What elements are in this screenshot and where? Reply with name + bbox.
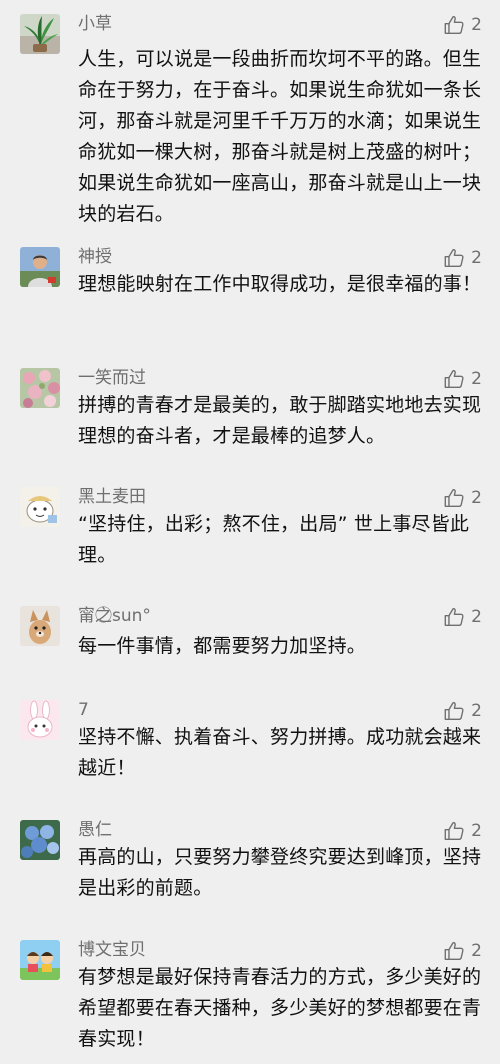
username[interactable]: 愚仁 xyxy=(78,820,112,840)
hydrangea-avatar-icon[interactable] xyxy=(20,820,60,860)
cartoon-avatar-icon[interactable] xyxy=(20,487,60,527)
like-count: 2 xyxy=(471,701,482,721)
comment-text: 有梦想是最好保持青春活力的方式，多少美好的希望都要在春天播种，多少美好的梦想都要… xyxy=(78,966,482,1050)
like-count: 2 xyxy=(471,607,482,627)
comment-item: 博文宝贝 2 有梦想是最好保持青春活力的方式，多少美好的希望都要在春天播种，多少… xyxy=(0,940,500,1060)
like-button[interactable]: 2 xyxy=(443,247,482,269)
like-count: 2 xyxy=(471,15,482,35)
like-button[interactable]: 2 xyxy=(443,368,482,390)
username[interactable]: 黑土麦田 xyxy=(78,487,146,507)
thumbs-up-icon xyxy=(444,248,464,267)
username[interactable]: 博文宝贝 xyxy=(78,940,146,960)
kids-avatar-icon[interactable] xyxy=(20,940,60,980)
thumbs-up-icon xyxy=(444,488,464,507)
username[interactable]: 7 xyxy=(78,700,89,720)
thumbs-up-icon xyxy=(444,701,464,720)
comment-text: 坚持不懈、执着奋斗、努力拼搏。成功就会越来越近！ xyxy=(78,726,482,779)
thumbs-up-icon xyxy=(444,369,464,388)
username[interactable]: 小草 xyxy=(78,14,112,34)
comment-item: 甯之⃝sun° 2 每一件事情，都需要努力加坚持。 xyxy=(0,606,500,666)
thumbs-up-icon xyxy=(444,15,464,34)
comment-text: 理想能映射在工作中取得成功，是很幸福的事！ xyxy=(78,273,482,295)
comment-item: 黑土麦田 2 “坚持住，出彩；熬不住，出局” 世上事尽皆此理。 xyxy=(0,487,500,577)
like-button[interactable]: 2 xyxy=(443,606,482,628)
flowers-avatar-icon[interactable] xyxy=(20,368,60,408)
like-count: 2 xyxy=(471,488,482,508)
plant-avatar-icon[interactable] xyxy=(20,14,60,54)
comment-item: 7 2 坚持不懈、执着奋斗、努力拼搏。成功就会越来越近！ xyxy=(0,700,500,790)
dog-avatar-icon[interactable] xyxy=(20,606,60,646)
comment-text: 拼搏的青春才是最美的，敢于脚踏实地地去实现理想的奋斗者，才是最棒的追梦人。 xyxy=(78,394,482,447)
like-count: 2 xyxy=(471,369,482,389)
username[interactable]: 一笑而过 xyxy=(78,368,146,388)
comment-item: 神授 2 理想能映射在工作中取得成功，是很幸福的事！ xyxy=(0,247,500,337)
thumbs-up-icon xyxy=(444,821,464,840)
like-button[interactable]: 2 xyxy=(443,487,482,509)
like-count: 2 xyxy=(471,821,482,841)
comment-item: 一笑而过 2 拼搏的青春才是最美的，敢于脚踏实地地去实现理想的奋斗者，才是最棒的… xyxy=(0,368,500,458)
rabbit-avatar-icon[interactable] xyxy=(20,700,60,740)
comment-feed: 小草 2 人生，可以说是一段曲折而坎坷不平的路。但生命在于努力，在于奋斗。如果说… xyxy=(0,0,500,1064)
comment-text: “坚持住，出彩；熬不住，出局” 世上事尽皆此理。 xyxy=(78,513,470,566)
like-button[interactable]: 2 xyxy=(443,940,482,962)
person-avatar-icon[interactable] xyxy=(20,247,60,287)
like-button[interactable]: 2 xyxy=(443,14,482,36)
comment-item: 小草 2 人生，可以说是一段曲折而坎坷不平的路。但生命在于努力，在于奋斗。如果说… xyxy=(0,14,500,234)
username[interactable]: 甯之⃝sun° xyxy=(78,606,151,626)
like-button[interactable]: 2 xyxy=(443,700,482,722)
like-button[interactable]: 2 xyxy=(443,820,482,842)
comment-item: 愚仁 2 再高的山，只要努力攀登终究要达到峰顶，坚持是出彩的前题。 xyxy=(0,820,500,910)
like-count: 2 xyxy=(471,941,482,961)
thumbs-up-icon xyxy=(444,941,464,960)
like-count: 2 xyxy=(471,248,482,268)
thumbs-up-icon xyxy=(444,607,464,626)
comment-text: 人生，可以说是一段曲折而坎坷不平的路。但生命在于努力，在于奋斗。如果说生命犹如一… xyxy=(78,48,482,225)
username[interactable]: 神授 xyxy=(78,247,112,267)
comment-text: 再高的山，只要努力攀登终究要达到峰顶，坚持是出彩的前题。 xyxy=(78,846,482,899)
comment-text: 每一件事情，都需要努力加坚持。 xyxy=(78,635,367,657)
